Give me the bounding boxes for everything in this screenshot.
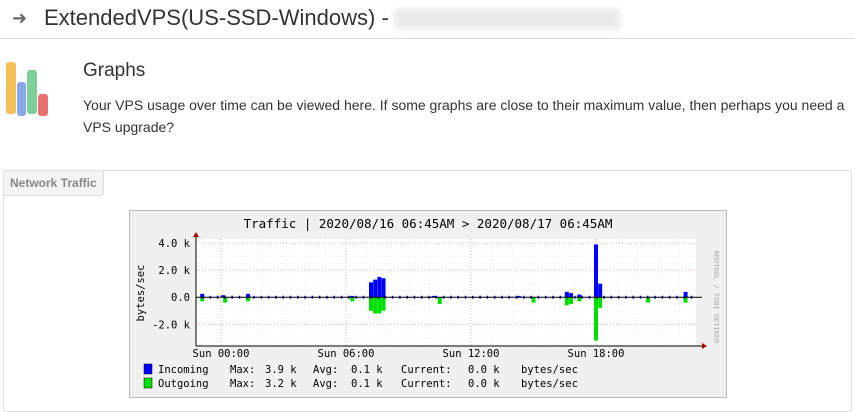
rrdtool-credit: RRDTOOL / TOBI OETIKER	[712, 251, 720, 345]
legend-current-value: 0.0 k	[468, 378, 500, 390]
legend-current-label: Current:	[401, 378, 452, 390]
legend-max-value: 3.2 k	[265, 378, 297, 390]
page-title: ExtendedVPS(US-SSD-Windows) -	[44, 5, 620, 31]
legend-name: Outgoing	[158, 378, 209, 390]
bar-outgoing	[531, 297, 536, 303]
legend-current-label: Current:	[401, 364, 452, 376]
x-tick-label: Sun 12:00	[443, 348, 500, 360]
legend-unit: bytes/sec	[521, 378, 578, 390]
x-tick-label: Sun 06:00	[318, 348, 375, 360]
graphs-icon	[6, 62, 48, 116]
bar-outgoing	[377, 297, 382, 314]
section-description: Your VPS usage over time can be viewed h…	[83, 97, 845, 135]
bar-incoming	[369, 282, 373, 298]
bar-incoming	[594, 244, 598, 298]
bar-outgoing	[594, 297, 598, 341]
x-tick-label: Sun 18:00	[568, 348, 625, 360]
tab-network-traffic[interactable]: Network Traffic	[3, 170, 104, 196]
legend-avg-value: 0.1 k	[351, 364, 383, 376]
back-arrow-icon[interactable]: ➜	[12, 8, 27, 29]
legend-max-label: Max:	[230, 378, 255, 390]
bar-outgoing	[373, 297, 378, 314]
legend-unit: bytes/sec	[521, 364, 578, 376]
y-axis-label: bytes/sec	[135, 265, 147, 322]
bar-outgoing	[577, 297, 582, 302]
bar-outgoing	[350, 297, 355, 302]
y-tick-label: 2.0 k	[158, 265, 190, 277]
legend-swatch-incoming	[143, 363, 153, 375]
bar-incoming	[381, 278, 386, 298]
legend-max-value: 3.9 k	[265, 364, 297, 376]
bar-outgoing	[437, 297, 442, 305]
bar-outgoing	[381, 297, 386, 311]
x-tick-label: Sun 00:00	[193, 348, 250, 360]
traffic-chart: Traffic | 2020/08/16 06:45AM > 2020/08/1…	[135, 216, 720, 390]
redacted-hostname	[394, 9, 620, 30]
legend-avg-label: Avg:	[313, 378, 338, 390]
chart-title: Traffic | 2020/08/16 06:45AM > 2020/08/1…	[244, 216, 613, 231]
bar-outgoing	[569, 297, 573, 305]
legend-name: Incoming	[158, 364, 209, 376]
bar-incoming	[377, 276, 382, 298]
page-header: ➜ ExtendedVPS(US-SSD-Windows) -	[0, 0, 855, 39]
bar-outgoing	[598, 297, 603, 309]
legend-avg-label: Avg:	[313, 364, 338, 376]
plot-area	[196, 239, 696, 346]
x-axis-arrow	[702, 343, 707, 349]
legend-current-value: 0.0 k	[468, 364, 500, 376]
y-axis-arrow	[193, 232, 199, 237]
bar-incoming	[569, 293, 573, 298]
y-tick-label: -2.0 k	[152, 319, 191, 331]
bar-incoming	[598, 283, 603, 298]
legend-avg-value: 0.1 k	[351, 378, 383, 390]
legend-max-label: Max:	[230, 364, 255, 376]
traffic-graph: Traffic | 2020/08/16 06:45AM > 2020/08/1…	[129, 210, 727, 398]
bar-outgoing	[369, 297, 373, 311]
bar-incoming	[373, 279, 378, 298]
y-tick-label: 0.0	[171, 292, 190, 304]
y-tick-label: 4.0 k	[158, 238, 190, 250]
legend-swatch-outgoing	[143, 377, 153, 389]
section-title: Graphs	[83, 60, 146, 81]
